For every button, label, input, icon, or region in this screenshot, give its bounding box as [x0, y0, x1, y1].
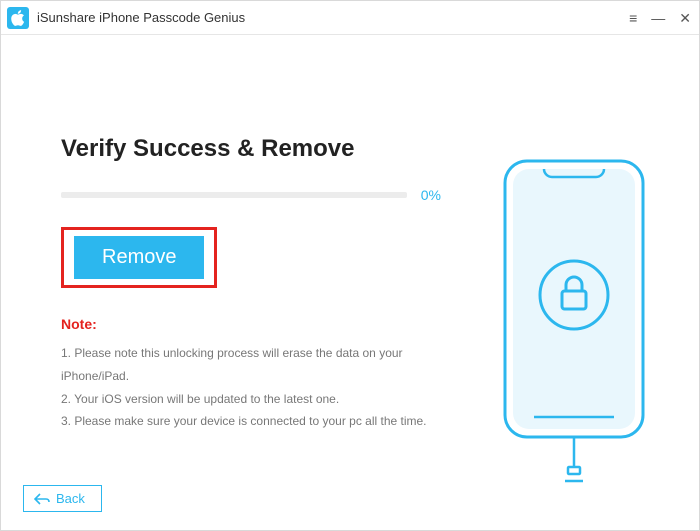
titlebar: iSunshare iPhone Passcode Genius ≡ — ✕ [1, 1, 699, 35]
app-logo-icon [7, 7, 29, 29]
back-button[interactable]: Back [23, 485, 102, 512]
main-content: Verify Success & Remove 0% Remove Note: … [1, 35, 699, 530]
note-item: 1. Please note this unlocking process wi… [61, 342, 441, 388]
menu-icon[interactable]: ≡ [629, 11, 637, 25]
note-item: 3. Please make sure your device is conne… [61, 410, 441, 433]
app-title: iSunshare iPhone Passcode Genius [37, 10, 245, 25]
minimize-icon[interactable]: — [651, 11, 665, 25]
progress-bar [61, 192, 407, 198]
progress-percent: 0% [421, 187, 441, 203]
note-item: 2. Your iOS version will be updated to t… [61, 388, 441, 411]
progress-row: 0% [61, 187, 441, 203]
phone-lock-icon [499, 155, 649, 495]
note-list: 1. Please note this unlocking process wi… [61, 342, 441, 433]
close-icon[interactable]: ✕ [679, 11, 691, 25]
remove-button[interactable]: Remove [74, 236, 204, 279]
back-arrow-icon [34, 493, 50, 505]
back-label: Back [56, 491, 85, 506]
remove-highlight: Remove [61, 227, 217, 288]
